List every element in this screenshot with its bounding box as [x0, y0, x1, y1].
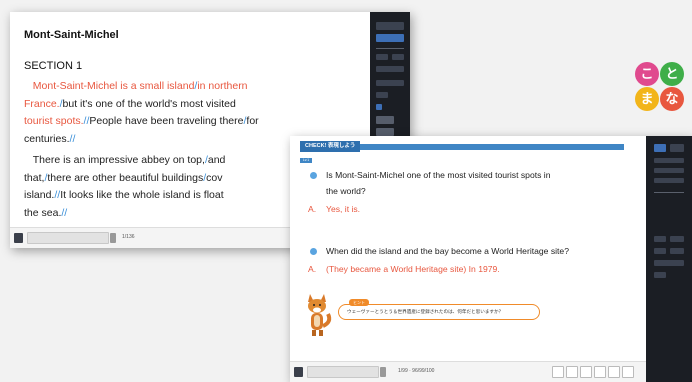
panel-button[interactable] — [376, 128, 394, 136]
panel-button-active[interactable] — [376, 34, 404, 42]
answer-1: Yes, it is. — [326, 204, 361, 214]
divider — [376, 48, 404, 49]
question-bullet-icon — [310, 172, 317, 179]
toolbar-button[interactable] — [580, 366, 592, 378]
check-tab[interactable]: CHECK! 表現しよう — [300, 141, 361, 152]
panel-toggle[interactable] — [376, 104, 382, 110]
panel-button[interactable] — [376, 116, 394, 124]
page-indicator: 1/136 — [122, 234, 135, 240]
panel-button[interactable] — [654, 260, 684, 266]
menu-icon[interactable] — [294, 367, 303, 377]
chapter-select[interactable] — [27, 232, 109, 244]
panel-button[interactable] — [376, 92, 388, 98]
panel-button[interactable] — [670, 144, 684, 152]
logo-char: こ — [635, 62, 659, 86]
panel-button[interactable] — [376, 22, 404, 30]
toolbar-button[interactable] — [594, 366, 606, 378]
tool-panel — [646, 136, 692, 382]
text-line: tourist spots.//People have been traveli… — [24, 115, 259, 127]
panel-button[interactable] — [654, 178, 684, 183]
toolbar-button[interactable] — [608, 366, 620, 378]
menu-icon[interactable] — [14, 233, 23, 243]
answer-mark: A. — [308, 204, 317, 214]
text-line: France./but it's one of the world's most… — [24, 97, 236, 110]
question-1: Is Mont-Saint-Michel one of the most vis… — [326, 170, 551, 196]
question-bullet-icon — [310, 248, 317, 255]
panel-button[interactable] — [654, 168, 684, 173]
question-window: CHECK! 表現しよう Lv.1 Is Mont-Saint-Michel o… — [290, 136, 692, 382]
hint-tag: ヒント — [349, 299, 369, 306]
section-heading: SECTION 1 — [24, 60, 83, 72]
toolbar-button[interactable] — [552, 366, 564, 378]
page-title: Mont-Saint-Michel — [24, 29, 119, 41]
panel-button[interactable] — [392, 54, 404, 60]
answer-mark: A. — [308, 264, 317, 274]
panel-button-active[interactable] — [654, 144, 666, 152]
toolbar-button[interactable] — [566, 366, 578, 378]
chapter-select[interactable] — [307, 366, 379, 378]
logo-char: な — [660, 87, 684, 111]
hint-bubble: ヒント ウェーヴァーとうとう＆世界遺産に登録されたのは、何年だと思いますか？ — [338, 299, 540, 320]
panel-button[interactable] — [654, 248, 666, 254]
panel-button[interactable] — [670, 236, 684, 242]
page-indicator: 1/99 · 96/99/100 — [398, 368, 435, 374]
hint-text: ウェーヴァーとうとう＆世界遺産に登録されたのは、何年だと思いますか？ — [347, 309, 504, 314]
question-2: When did the island and the bay become a… — [326, 246, 569, 256]
logo-char: ま — [635, 87, 659, 111]
panel-button[interactable] — [654, 236, 666, 242]
fox-mascot-icon — [308, 294, 332, 336]
toolbar-button[interactable] — [622, 366, 634, 378]
bottom-toolbar: 1/99 · 96/99/100 — [290, 361, 646, 382]
panel-button[interactable] — [670, 248, 684, 254]
text-line: Mont-Saint-Michel is a small island/in n… — [32, 80, 248, 92]
panel-button[interactable] — [376, 80, 404, 86]
chevron-down-icon[interactable] — [110, 233, 116, 243]
panel-button[interactable] — [376, 66, 404, 72]
answer-2: (They became a World Heritage site) In 1… — [326, 264, 500, 274]
panel-button[interactable] — [654, 272, 666, 278]
logo-char: と — [660, 62, 684, 86]
chevron-down-icon[interactable] — [380, 367, 386, 377]
panel-button[interactable] — [376, 54, 388, 60]
panel-button[interactable] — [654, 158, 684, 163]
level-badge: Lv.1 — [300, 158, 312, 163]
divider — [654, 192, 684, 193]
